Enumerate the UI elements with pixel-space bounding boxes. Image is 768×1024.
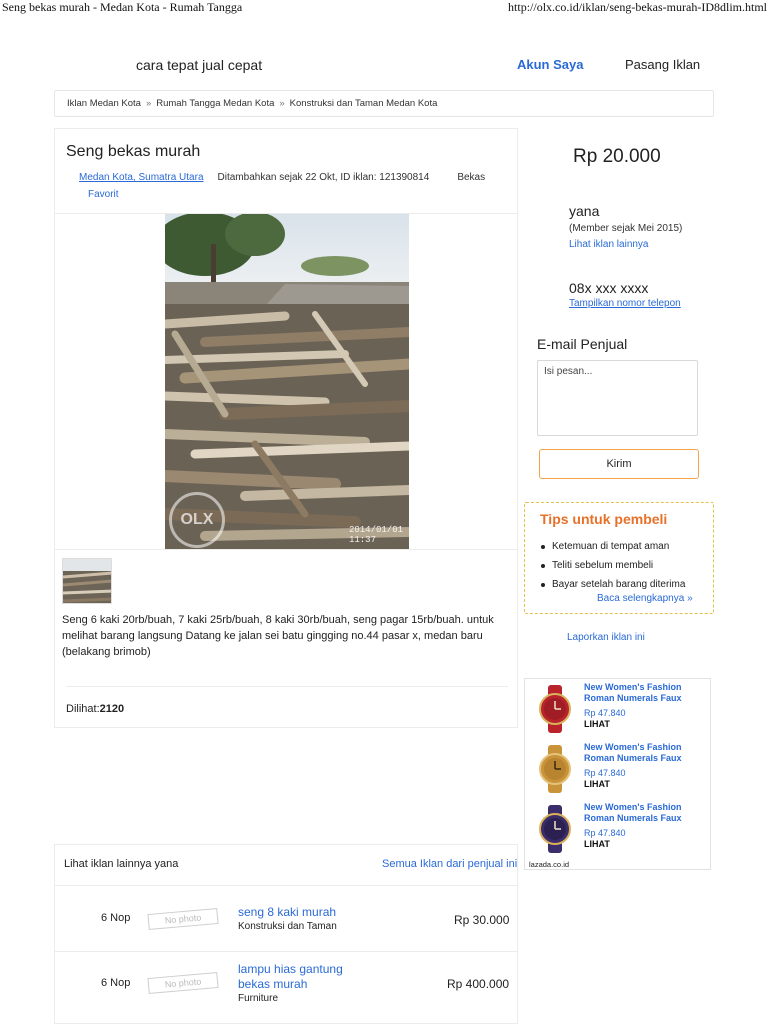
print-page-url: http://olx.co.id/iklan/seng-bekas-murah-… (508, 0, 767, 14)
site-tagline: cara tepat jual cepat (136, 57, 263, 73)
seller-other-listings (54, 844, 518, 1024)
sponsored-ad-item[interactable]: New Women's Fashion Roman Numerals Faux … (525, 739, 712, 799)
listing-date: 6 Nop (101, 912, 131, 924)
breadcrumb-item-category[interactable]: Rumah Tangga Medan Kota (156, 98, 274, 109)
sponsored-ad-item[interactable]: New Women's Fashion Roman Numerals Faux … (525, 679, 712, 739)
listing-date: 6 Nop (101, 977, 131, 989)
watch-icon (539, 685, 571, 733)
report-ad-link[interactable]: Laporkan iklan ini (567, 632, 645, 643)
ad-added-info: Ditambahkan sejak 22 Okt, ID iklan: 1213… (217, 172, 430, 183)
tip-item: Teliti sebelum membeli (541, 556, 685, 575)
divider (55, 885, 517, 886)
member-since: (Member sejak Mei 2015) (569, 223, 683, 234)
sponsored-ad-name: New Women's Fashion Roman Numerals Faux (584, 802, 682, 823)
sponsored-ad-item[interactable]: New Women's Fashion Roman Numerals Faux … (525, 799, 712, 859)
email-seller-label: E-mail Penjual (537, 336, 628, 352)
sponsored-ad-price: Rp 47.840 (584, 708, 626, 718)
photo-timestamp-time: 11:37 (348, 535, 376, 545)
divider (55, 549, 517, 550)
olx-watermark-icon: OLX (169, 492, 225, 548)
seller-name: yana (569, 203, 600, 219)
sponsored-ads: New Women's Fashion Roman Numerals Faux … (524, 678, 711, 870)
seller-phone: 08x xxx xxxx (569, 280, 649, 296)
all-seller-ads-link[interactable]: Semua Iklan dari penjual ini (382, 858, 517, 870)
breadcrumb-item-city[interactable]: Iklan Medan Kota (67, 98, 141, 109)
photo-timestamp-date: 2014/01/01 (348, 525, 403, 535)
breadcrumb-separator: » (279, 98, 285, 109)
send-button[interactable]: Kirim (539, 449, 699, 479)
seller-other-ads-link[interactable]: Lihat iklan lainnya (569, 239, 649, 250)
sponsored-ad-price: Rp 47.840 (584, 828, 626, 838)
ad-condition: Bekas (457, 172, 486, 183)
photo-thumbnail[interactable] (62, 558, 112, 604)
divider (66, 686, 508, 687)
ad-description: Seng 6 kaki 20rb/buah, 7 kaki 25rb/buah,… (62, 614, 494, 658)
divider (55, 951, 517, 952)
sponsored-ad-cta[interactable]: LIHAT (584, 719, 610, 729)
ad-title: Seng bekas murah (66, 143, 201, 160)
thumbnail-image (63, 559, 111, 603)
tips-title: Tips untuk pembeli (540, 511, 668, 527)
ad-location-link[interactable]: Medan Kota, Sumatra Utara (79, 172, 204, 183)
favorite-button[interactable]: Favorit (88, 189, 119, 200)
views-count: 2120 (99, 703, 125, 715)
message-input[interactable] (537, 360, 698, 436)
watch-icon (539, 805, 571, 853)
ads-source: lazada.co.id (529, 860, 570, 869)
watch-icon (539, 745, 571, 793)
show-phone-link[interactable]: Tampilkan nomor telepon (569, 298, 681, 309)
breadcrumb-item-subcategory[interactable]: Konstruksi dan Taman Medan Kota (290, 98, 438, 109)
breadcrumb-separator: » (145, 98, 152, 109)
account-link[interactable]: Akun Saya (517, 57, 583, 72)
listing-title-link[interactable]: lampu hias gantung bekas murah (238, 962, 378, 992)
buyer-tips-box: Tips untuk pembeli Ketemuan di tempat am… (524, 502, 714, 614)
sponsored-ad-name: New Women's Fashion Roman Numerals Faux (584, 742, 682, 763)
breadcrumb: Iklan Medan Kota » Rumah Tangga Medan Kota… (54, 90, 714, 117)
listing-category: Konstruksi dan Taman (238, 921, 337, 932)
ad-price: Rp 20.000 (573, 146, 661, 167)
tips-list: Ketemuan di tempat aman Teliti sebelum m… (541, 537, 685, 594)
sponsored-ad-cta[interactable]: LIHAT (584, 839, 610, 849)
photo-timestamp: 2014/01/01 11:37 (349, 525, 403, 545)
read-more-link[interactable]: Baca selengkapnya » (597, 593, 693, 604)
sponsored-ad-price: Rp 47.840 (584, 768, 626, 778)
ad-main-photo[interactable]: OLX 2014/01/01 11:37 (165, 214, 409, 549)
sponsored-ad-cta[interactable]: LIHAT (584, 779, 610, 789)
post-ad-link[interactable]: Pasang Iklan (625, 57, 700, 72)
other-listings-title: Lihat iklan lainnya yana (64, 858, 179, 870)
sponsored-ad-name: New Women's Fashion Roman Numerals Faux (584, 682, 682, 703)
listing-price: Rp 30.000 (454, 913, 510, 927)
listing-title-link[interactable]: seng 8 kaki murah (238, 905, 388, 920)
ad-meta: Medan Kota, Sumatra Utara Ditambahkan sej… (79, 172, 485, 183)
views-label: Dilihat: (66, 703, 100, 715)
ad-views: Dilihat:2120 (66, 703, 124, 715)
listing-price: Rp 400.000 (447, 977, 510, 991)
tip-item: Bayar setelah barang diterima (541, 575, 685, 594)
print-page-title: Seng bekas murah - Medan Kota - Rumah Ta… (2, 0, 243, 14)
listing-category: Furniture (238, 993, 279, 1004)
tip-item: Ketemuan di tempat aman (541, 537, 685, 556)
